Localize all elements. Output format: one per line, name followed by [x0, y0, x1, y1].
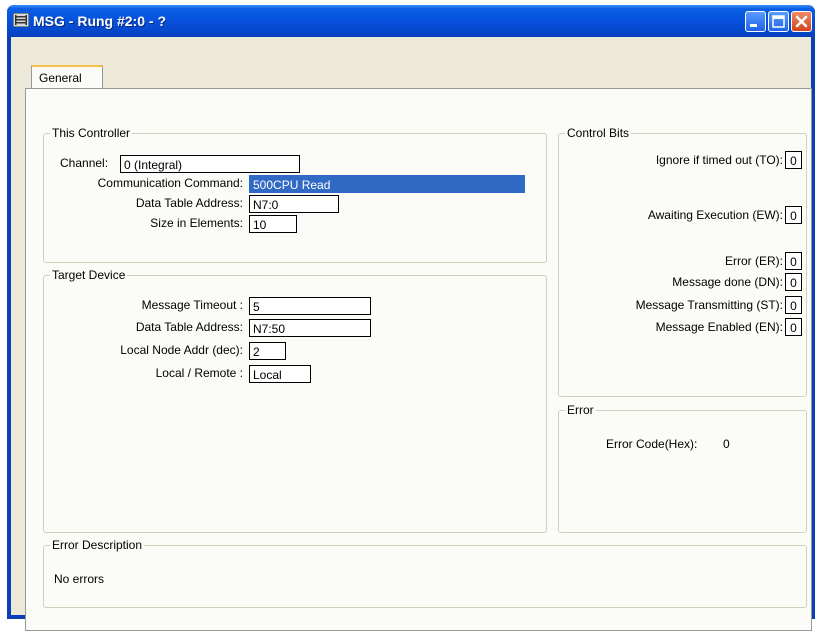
size-field[interactable]: 10	[249, 215, 297, 233]
maximize-button[interactable]	[768, 11, 789, 32]
timeout-field[interactable]: 5	[249, 297, 371, 315]
error-code-value: 0	[723, 437, 730, 451]
msg-window-icon	[13, 13, 29, 27]
command-field[interactable]: 500CPU Read	[249, 175, 525, 193]
node-label: Local Node Addr (dec):	[120, 343, 243, 357]
control-bits-title: Control Bits	[565, 126, 632, 140]
channel-label: Channel:	[60, 156, 109, 170]
target-device-group: Target Device Message Timeout : 5 Data T…	[43, 268, 547, 533]
bit-value-dn: 0	[785, 273, 802, 291]
controller-address-field[interactable]: N7:0	[249, 195, 339, 213]
size-label: Size in Elements:	[150, 216, 243, 230]
this-controller-group: This Controller Channel: 0 (Integral) Co…	[43, 126, 547, 263]
bit-label-en: Message Enabled (EN):	[655, 320, 783, 334]
this-controller-title: This Controller	[50, 126, 133, 140]
error-code-label: Error Code(Hex):	[606, 437, 698, 451]
bit-label-to: Ignore if timed out (TO):	[655, 153, 783, 167]
close-button[interactable]	[791, 11, 812, 32]
error-description-text: No errors	[54, 572, 105, 586]
target-device-title: Target Device	[50, 268, 128, 282]
error-description-title: Error Description	[50, 538, 145, 552]
command-label: Communication Command:	[97, 176, 243, 190]
target-address-label: Data Table Address:	[135, 320, 243, 334]
title-bar[interactable]: MSG - Rung #2:0 - ?	[7, 5, 815, 37]
bit-value-st: 0	[785, 296, 802, 314]
minimize-button[interactable]	[745, 11, 766, 32]
target-address-field[interactable]: N7:50	[249, 319, 371, 337]
window-title: MSG - Rung #2:0 - ?	[33, 13, 166, 29]
close-icon	[795, 15, 808, 28]
maximize-icon	[772, 15, 785, 28]
timeout-label: Message Timeout :	[141, 298, 243, 312]
channel-field[interactable]: 0 (Integral)	[120, 155, 300, 173]
remote-field[interactable]: Local	[249, 365, 311, 383]
remote-label: Local / Remote :	[155, 366, 243, 380]
error-group: Error Error Code(Hex): 0	[558, 403, 807, 533]
bit-label-ew: Awaiting Execution (EW):	[647, 208, 783, 222]
bit-value-en: 0	[785, 318, 802, 336]
error-description-group: Error Description No errors	[43, 538, 807, 608]
control-bits-group: Control Bits Ignore if timed out (TO): 0…	[558, 126, 807, 397]
minimize-icon	[750, 24, 757, 27]
dialog-client: General This Controller Channel: 0 (Inte…	[11, 37, 812, 631]
bit-value-to: 0	[785, 151, 802, 169]
controller-address-label: Data Table Address:	[135, 196, 243, 210]
bit-label-dn: Message done (DN):	[672, 275, 783, 289]
bit-label-er: Error (ER):	[725, 254, 783, 268]
tab-general[interactable]: General	[31, 65, 103, 89]
tab-general-label: General	[39, 71, 82, 85]
bit-value-er: 0	[785, 252, 802, 270]
bit-value-ew: 0	[785, 206, 802, 224]
error-title: Error	[565, 403, 596, 417]
node-field[interactable]: 2	[249, 342, 286, 360]
general-panel: This Controller Channel: 0 (Integral) Co…	[25, 88, 812, 631]
msg-window: MSG - Rung #2:0 - ? General This Control…	[7, 5, 815, 631]
bit-label-st: Message Transmitting (ST):	[635, 298, 783, 312]
